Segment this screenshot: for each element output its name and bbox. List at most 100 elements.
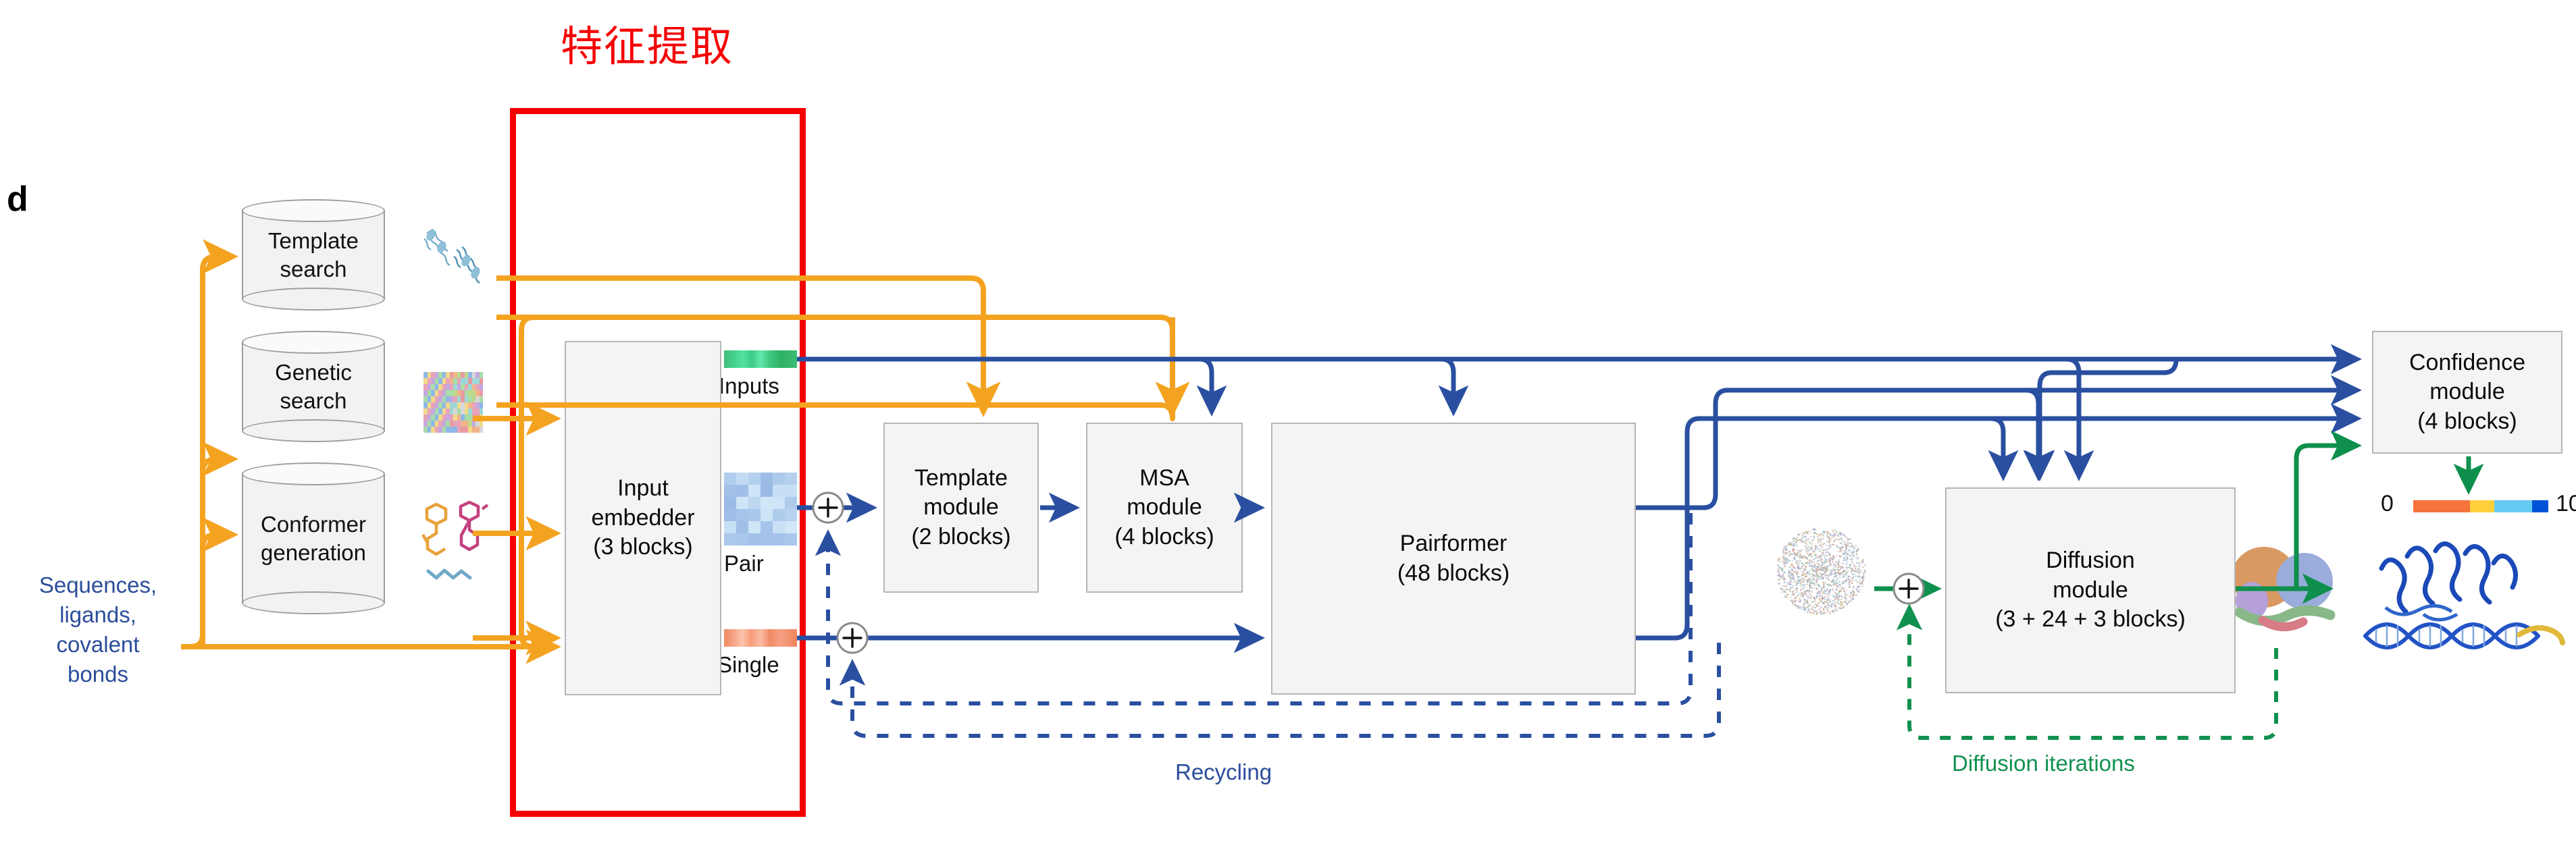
module-line-1: Diffusion <box>2046 547 2135 574</box>
input-source-line-4: bonds <box>68 661 128 687</box>
diffusion-iterations-loop-label: Diffusion iterations <box>1952 751 2135 776</box>
template-structure-icon <box>419 223 486 297</box>
pair-matrix-cell <box>785 485 797 497</box>
input-source-line-2: ligands, <box>59 601 136 627</box>
pair-matrix-cell <box>736 521 748 533</box>
pair-matrix-cell <box>773 521 785 533</box>
msa-alignment-cell <box>479 384 483 390</box>
pair-matrix-cell <box>724 533 736 545</box>
db-label-line-1: Conformer <box>261 512 366 537</box>
input-source-label: Sequences, ligands, covalent bonds <box>14 570 182 689</box>
module-line-2: module <box>2429 379 2505 405</box>
single-feature-strip <box>724 629 797 647</box>
database-genetic-search[interactable]: Genetic search <box>242 331 385 442</box>
pair-matrix-cell <box>785 521 797 533</box>
pair-matrix-cell <box>736 533 748 545</box>
inputs-strip-label: Inputs <box>719 373 779 398</box>
confidence-color-segment <box>2494 500 2532 512</box>
module-line-2: module <box>1127 494 1202 520</box>
pair-matrix-cell <box>761 521 773 533</box>
db-label-line-2: search <box>280 387 347 413</box>
figure-canvas: d 特征提取 Sequences, ligands, covalent bond… <box>0 0 2576 856</box>
module-line-1: MSA <box>1139 464 1189 491</box>
module-line-1: Template <box>915 464 1008 491</box>
msa-alignment-cell <box>479 378 483 384</box>
module-line-3: (3 + 24 + 3 blocks) <box>1995 606 2186 633</box>
module-line-2: (48 blocks) <box>1397 560 1510 586</box>
pair-matrix-cell <box>761 533 773 545</box>
pair-matrix-cell <box>773 485 785 497</box>
module-pairformer[interactable]: Pairformer (48 blocks) <box>1271 423 1636 695</box>
pair-matrix-cell <box>773 533 785 545</box>
ligand-conformers-icon <box>417 500 492 587</box>
pair-matrix-cell <box>761 473 773 485</box>
database-label: Genetic search <box>242 331 385 442</box>
database-label: Conformer generation <box>242 462 385 614</box>
pair-matrix-cell <box>785 509 797 521</box>
pair-matrix-cell <box>773 473 785 485</box>
module-msa[interactable]: MSA module (4 blocks) <box>1086 423 1243 593</box>
module-line-2: module <box>923 494 999 520</box>
pair-matrix-cell <box>736 497 748 509</box>
module-confidence[interactable]: Confidence module (4 blocks) <box>2372 331 2562 454</box>
pair-matrix-cell <box>761 485 773 497</box>
pair-matrix-cell <box>773 509 785 521</box>
pair-matrix-cell <box>761 509 773 521</box>
module-input-embedder[interactable]: Input embedder (3 blocks) <box>565 341 721 695</box>
confidence-color-segment <box>2470 500 2494 512</box>
input-source-line-1: Sequences, <box>38 572 157 597</box>
pair-feature-matrix <box>724 473 797 545</box>
module-line-1: Confidence <box>2408 349 2525 375</box>
pair-matrix-cell <box>724 497 736 509</box>
pair-matrix-cell <box>736 485 748 497</box>
module-line-3: (4 blocks) <box>1114 523 1214 550</box>
pair-matrix-cell <box>748 533 761 545</box>
pair-matrix-cell <box>724 509 736 521</box>
module-line-2: embedder <box>591 504 695 531</box>
confidence-color-segment <box>2532 500 2548 512</box>
pair-matrix-cell <box>785 473 797 485</box>
recycling-loop-label: Recycling <box>1175 759 1272 784</box>
pair-matrix-cell <box>761 497 773 509</box>
db-label-line-2: search <box>280 256 347 282</box>
pair-matrix-cell <box>748 473 761 485</box>
confidence-color-bar <box>2413 500 2548 512</box>
db-label-line-1: Genetic <box>275 360 352 385</box>
database-conformer-generation[interactable]: Conformer generation <box>242 462 385 614</box>
predicted-complex-icon <box>2222 537 2350 655</box>
confidence-scale-max: 100 <box>2556 491 2576 516</box>
final-structure-icon <box>2342 533 2565 689</box>
module-diffusion[interactable]: Diffusion module (3 + 24 + 3 blocks) <box>1945 487 2236 693</box>
pair-matrix-cell <box>736 509 748 521</box>
module-line-1: Input <box>617 475 669 502</box>
msa-alignment-cell <box>479 402 483 408</box>
msa-alignment-cell <box>479 390 483 396</box>
pair-matrix-cell <box>724 521 736 533</box>
msa-alignment-cell <box>479 427 483 433</box>
pair-matrix-cell <box>773 497 785 509</box>
pair-matrix-cell <box>748 485 761 497</box>
pair-matrix-cell <box>724 485 736 497</box>
msa-alignment-cell <box>479 396 483 402</box>
pair-matrix-cell <box>724 473 736 485</box>
pair-matrix-cell <box>785 533 797 545</box>
panel-letter: d <box>7 180 28 219</box>
feature-extraction-label: 特征提取 <box>561 22 734 71</box>
single-strip-label: Single <box>717 652 779 677</box>
pair-matrix-cell <box>748 521 761 533</box>
msa-alignment-cell <box>479 408 483 414</box>
msa-alignment-cell <box>479 421 483 427</box>
module-line-3: (3 blocks) <box>593 534 693 560</box>
module-line-1: Pairformer <box>1399 530 1508 556</box>
pair-matrix-cell <box>748 497 761 509</box>
msa-alignment-cell <box>479 414 483 421</box>
db-label-line-1: Template <box>268 228 359 254</box>
module-line-3: (4 blocks) <box>2417 408 2517 434</box>
database-template-search[interactable]: Template search <box>242 199 385 311</box>
confidence-scale-min: 0 <box>2381 491 2394 516</box>
pair-matrix-cell <box>785 497 797 509</box>
module-line-2: module <box>2053 577 2128 603</box>
module-template[interactable]: Template module (2 blocks) <box>883 423 1039 593</box>
input-source-line-3: covalent <box>56 631 140 657</box>
database-label: Template search <box>242 199 385 311</box>
